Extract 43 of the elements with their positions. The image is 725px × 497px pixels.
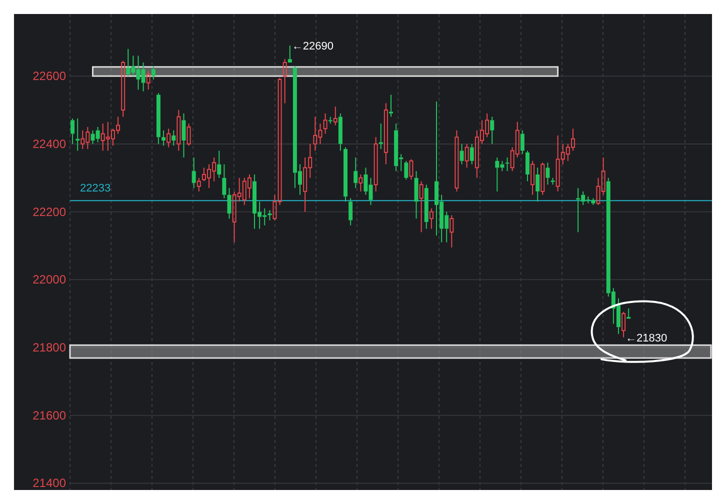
falling-candle [151,65,156,80]
falling-candle [424,184,428,230]
falling-candle [414,170,418,220]
rising-candle [176,110,181,152]
rising-candle [358,174,363,192]
rising-candle [464,143,469,168]
rising-candle [146,70,150,90]
price-level-label: 22233 [80,182,111,195]
falling-candle [182,112,186,158]
y-axis-tick-label: 22200 [32,204,66,219]
falling-candle [470,143,474,165]
rising-candle [186,123,191,146]
price-marker-label: ←22690 [292,40,334,53]
y-axis-tick-label: 22000 [32,272,66,287]
rising-candle [166,128,171,148]
falling-candle [626,308,631,320]
falling-candle [288,45,292,64]
rising-candle [374,136,378,192]
falling-candle [192,157,196,189]
falling-candle [536,167,540,202]
y-axis-tick-label: 21800 [32,340,66,354]
y-axis-tick-label: 22400 [32,136,66,151]
falling-candle [378,123,383,150]
rising-candle [419,180,424,233]
rising-candle [409,158,414,180]
y-axis-tick-label: 22600 [32,69,66,84]
falling-candle [460,143,464,165]
rising-candle [540,162,545,196]
rising-candle [429,208,434,230]
falling-candle [354,157,358,189]
rising-candle [333,106,338,126]
rising-candle [454,130,459,192]
falling-candle [328,116,332,124]
falling-candle [172,130,176,146]
rising-candle [450,214,454,248]
price-marker-label: ←21830 [626,332,668,344]
falling-candle [490,116,494,144]
falling-candle [389,94,393,118]
y-axis-tick-label: 21400 [32,476,66,490]
rising-candle [530,160,535,196]
rising-candle [384,102,388,165]
rising-candle [622,311,626,338]
y-axis-tick-label: 21600 [32,408,66,422]
